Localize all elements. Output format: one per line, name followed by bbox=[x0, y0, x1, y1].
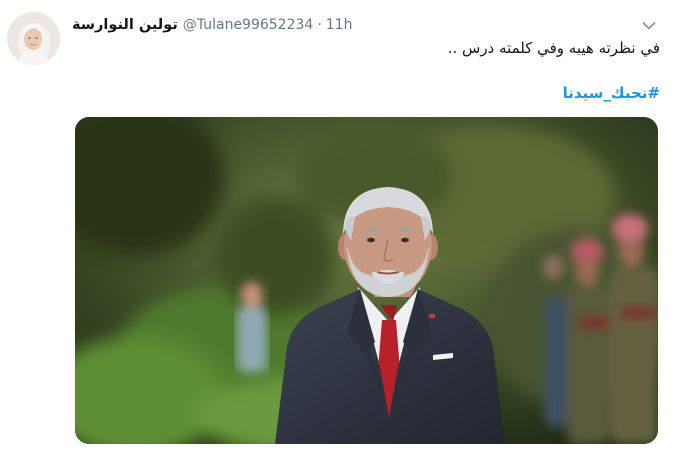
timestamp[interactable]: 11h bbox=[326, 17, 353, 33]
tweet-card: تولين النوارسة @Tulane99652234 · 11h في … bbox=[0, 0, 674, 452]
display-name[interactable]: تولين النوارسة bbox=[72, 17, 178, 33]
chevron-down-icon[interactable] bbox=[642, 16, 656, 30]
hashtag-link[interactable]: #نحبك_سيدنا bbox=[563, 84, 660, 102]
separator-dot: · bbox=[317, 17, 322, 33]
user-handle[interactable]: @Tulane99652234 bbox=[183, 17, 314, 33]
photo-man-in-suit bbox=[75, 117, 658, 444]
avatar[interactable] bbox=[7, 12, 60, 65]
tweet-photo[interactable] bbox=[75, 117, 658, 444]
avatar-image bbox=[7, 12, 60, 65]
tweet-text: في نظرته هيبه وفي كلمته درس .. bbox=[447, 39, 660, 57]
tweet-header: تولين النوارسة @Tulane99652234 · 11h bbox=[72, 15, 352, 35]
